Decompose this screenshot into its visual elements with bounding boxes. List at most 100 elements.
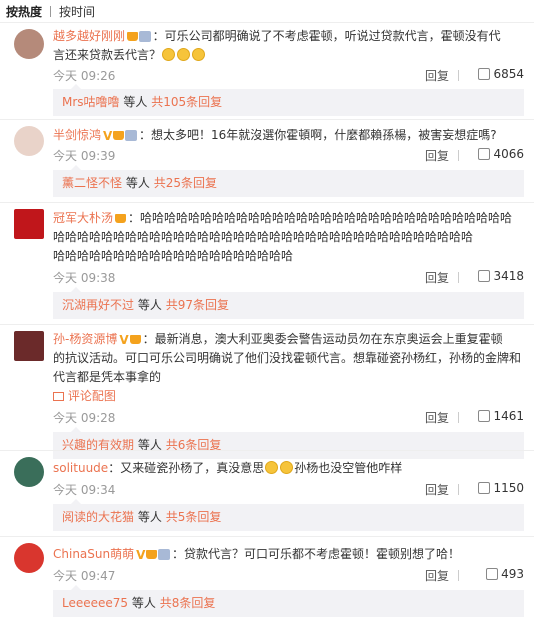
divider <box>458 150 459 161</box>
comment-item: 越多越好刚刚 ：可乐公司都明确说了不考虑霍顿，听说过贷款代言，霍顿没有代 言还来… <box>0 22 534 119</box>
like-button[interactable]: 1150 <box>478 481 524 495</box>
sub-reply-count[interactable]: 共97条回复 <box>166 298 229 312</box>
comment-text: ：哈哈哈哈哈哈哈哈哈哈哈哈哈哈哈哈哈哈哈哈哈哈哈哈哈哈哈哈哈哈哈 <box>128 211 513 225</box>
like-button[interactable]: 6854 <box>478 67 524 81</box>
avatar[interactable] <box>14 29 44 59</box>
divider <box>458 412 459 423</box>
comment-username[interactable]: solituude <box>53 461 108 475</box>
level-badge-icon <box>125 130 137 141</box>
verified-v-icon: V <box>103 128 113 143</box>
thumbs-up-icon <box>478 148 491 160</box>
laugh-emoji-icon <box>265 461 279 474</box>
comment-item: ChinaSun萌萌 V ：贷款代言？可口可乐都不考虑霍顿！霍顿别想了哈！ 今天 … <box>0 536 534 627</box>
sub-reply-user[interactable]: 阅读的大花猫 <box>62 510 134 524</box>
like-count: 6854 <box>493 67 524 81</box>
sub-reply-mid: 等人 <box>137 510 162 524</box>
level-badge-icon <box>139 31 151 42</box>
sub-replies-bar[interactable]: 沉湖再好不过 等人 共97条回复 <box>53 287 524 319</box>
like-button[interactable]: 493 <box>486 567 524 581</box>
comment-time: 今天 09:39 <box>53 149 116 163</box>
sub-replies-bar[interactable]: Leeeeee75 等人 共8条回复 <box>53 585 524 617</box>
thumbs-up-icon <box>486 568 499 580</box>
comment-image-link[interactable]: 评论配图 <box>53 389 116 403</box>
like-button[interactable]: 3418 <box>478 269 524 283</box>
reply-button[interactable]: 回复 <box>425 147 449 164</box>
crown-icon <box>127 32 139 41</box>
comment-text: ：想太多吧！16年就沒選你霍頓啊，什麼都賴孫楊，被害妄想症嗎? <box>138 128 497 142</box>
comment-text: ：可乐公司都明确说了不考虑霍顿，听说过贷款代言，霍顿没有代 <box>152 29 501 43</box>
like-count: 3418 <box>493 269 524 283</box>
sub-reply-count[interactable]: 共5条回复 <box>166 510 222 524</box>
comment-time: 今天 09:38 <box>53 271 116 285</box>
crown-icon <box>115 214 127 223</box>
divider <box>458 272 459 283</box>
user-badges <box>127 31 151 42</box>
comment-time: 今天 09:47 <box>53 569 116 583</box>
avatar[interactable] <box>14 543 44 573</box>
sub-reply-user[interactable]: 薰二怪不怪 <box>62 176 122 190</box>
sub-reply-count[interactable]: 共105条回复 <box>151 95 222 109</box>
sub-replies-bar[interactable]: 薰二怪不怪 等人 共25条回复 <box>53 165 524 197</box>
comment-item: 孙-杨资源博 V ：最新消息，澳大利亚奥委会警告运动员勿在东京奥运会上重复霍顿 的抗… <box>0 324 534 459</box>
sub-reply-mid: 等人 <box>125 176 150 190</box>
laugh-emoji-icon <box>280 461 294 474</box>
like-button[interactable]: 4066 <box>478 147 524 161</box>
sub-reply-count[interactable]: 共8条回复 <box>160 596 216 610</box>
divider <box>458 570 459 581</box>
level-badge-icon <box>158 549 171 560</box>
comment-username[interactable]: 孙-杨资源博 <box>53 332 117 346</box>
tab-by-hot[interactable]: 按热度 <box>6 3 42 20</box>
sub-reply-count[interactable]: 共25条回复 <box>154 176 217 190</box>
like-count: 1461 <box>493 409 524 423</box>
laugh-emoji-icon <box>177 48 191 61</box>
laugh-emoji-icon <box>192 48 206 61</box>
reply-button[interactable]: 回复 <box>425 567 449 584</box>
sub-reply-user[interactable]: Leeeeee75 <box>62 596 128 610</box>
comment-text-line2: 的抗议活动。可口可乐公司明确说了他们没找霍顿代言。想靠碰瓷孙杨红，孙杨的金牌和 <box>53 351 522 365</box>
reply-button[interactable]: 回复 <box>425 409 449 426</box>
comment-text-line3: 代言都是凭本事拿的 <box>53 370 162 384</box>
divider <box>458 70 459 81</box>
tab-by-time[interactable]: 按时间 <box>59 3 95 20</box>
crown-icon <box>129 335 141 344</box>
tab-divider <box>50 5 52 17</box>
avatar[interactable] <box>14 209 44 239</box>
comment-item: solituude：又来碰瓷孙杨了，真没意思 孙杨也没空管他咋样 今天 09:34… <box>0 450 534 536</box>
like-button[interactable]: 1461 <box>478 409 524 423</box>
thumbs-up-icon <box>478 68 491 80</box>
reply-button[interactable]: 回复 <box>425 67 449 84</box>
comment-username[interactable]: ChinaSun萌萌 <box>53 547 134 561</box>
like-count: 1150 <box>493 481 524 495</box>
comment-username[interactable]: 越多越好刚刚 <box>53 29 125 43</box>
comment-time: 今天 09:28 <box>53 411 116 425</box>
like-count: 4066 <box>493 147 524 161</box>
sub-reply-mid: 等人 <box>123 95 148 109</box>
thumbs-up-icon <box>478 410 491 422</box>
avatar[interactable] <box>14 126 44 156</box>
laugh-emoji-icon <box>162 48 176 61</box>
avatar[interactable] <box>14 457 44 487</box>
crown-icon <box>146 550 158 559</box>
reply-button[interactable]: 回复 <box>425 269 449 286</box>
thumbs-up-icon <box>478 270 491 282</box>
verified-v-icon: V <box>136 547 146 562</box>
reply-button[interactable]: 回复 <box>425 481 449 498</box>
thumbs-up-icon <box>478 482 491 494</box>
avatar[interactable] <box>14 331 44 361</box>
comment-text: ：贷款代言？可口可乐都不考虑霍顿！霍顿别想了哈！ <box>172 547 461 561</box>
comment-username[interactable]: 半剑惊鸿 <box>53 128 101 142</box>
sub-reply-user[interactable]: 沉湖再好不过 <box>62 298 134 312</box>
verified-v-icon: V <box>119 332 129 347</box>
sub-replies-bar[interactable]: Mrs咕噜噜 等人 共105条回复 <box>53 84 524 116</box>
sub-replies-bar[interactable]: 阅读的大花猫 等人 共5条回复 <box>53 499 524 531</box>
comment-item: 半剑惊鸿 V ：想太多吧！16年就沒選你霍頓啊，什麼都賴孫楊，被害妄想症嗎? 今天… <box>0 119 534 202</box>
crown-icon <box>113 131 125 140</box>
sub-reply-user[interactable]: Mrs咕噜噜 <box>62 95 120 109</box>
comment-time: 今天 09:34 <box>53 483 116 497</box>
comment-username[interactable]: 冠军大朴汤 <box>53 211 113 225</box>
comment-time: 今天 09:26 <box>53 69 116 83</box>
like-count: 493 <box>501 567 524 581</box>
comment-text-line3: 哈哈哈哈哈哈哈哈哈哈哈哈哈哈哈哈哈哈哈哈 <box>53 249 294 263</box>
image-icon <box>53 392 64 401</box>
user-badges: V <box>136 547 171 562</box>
